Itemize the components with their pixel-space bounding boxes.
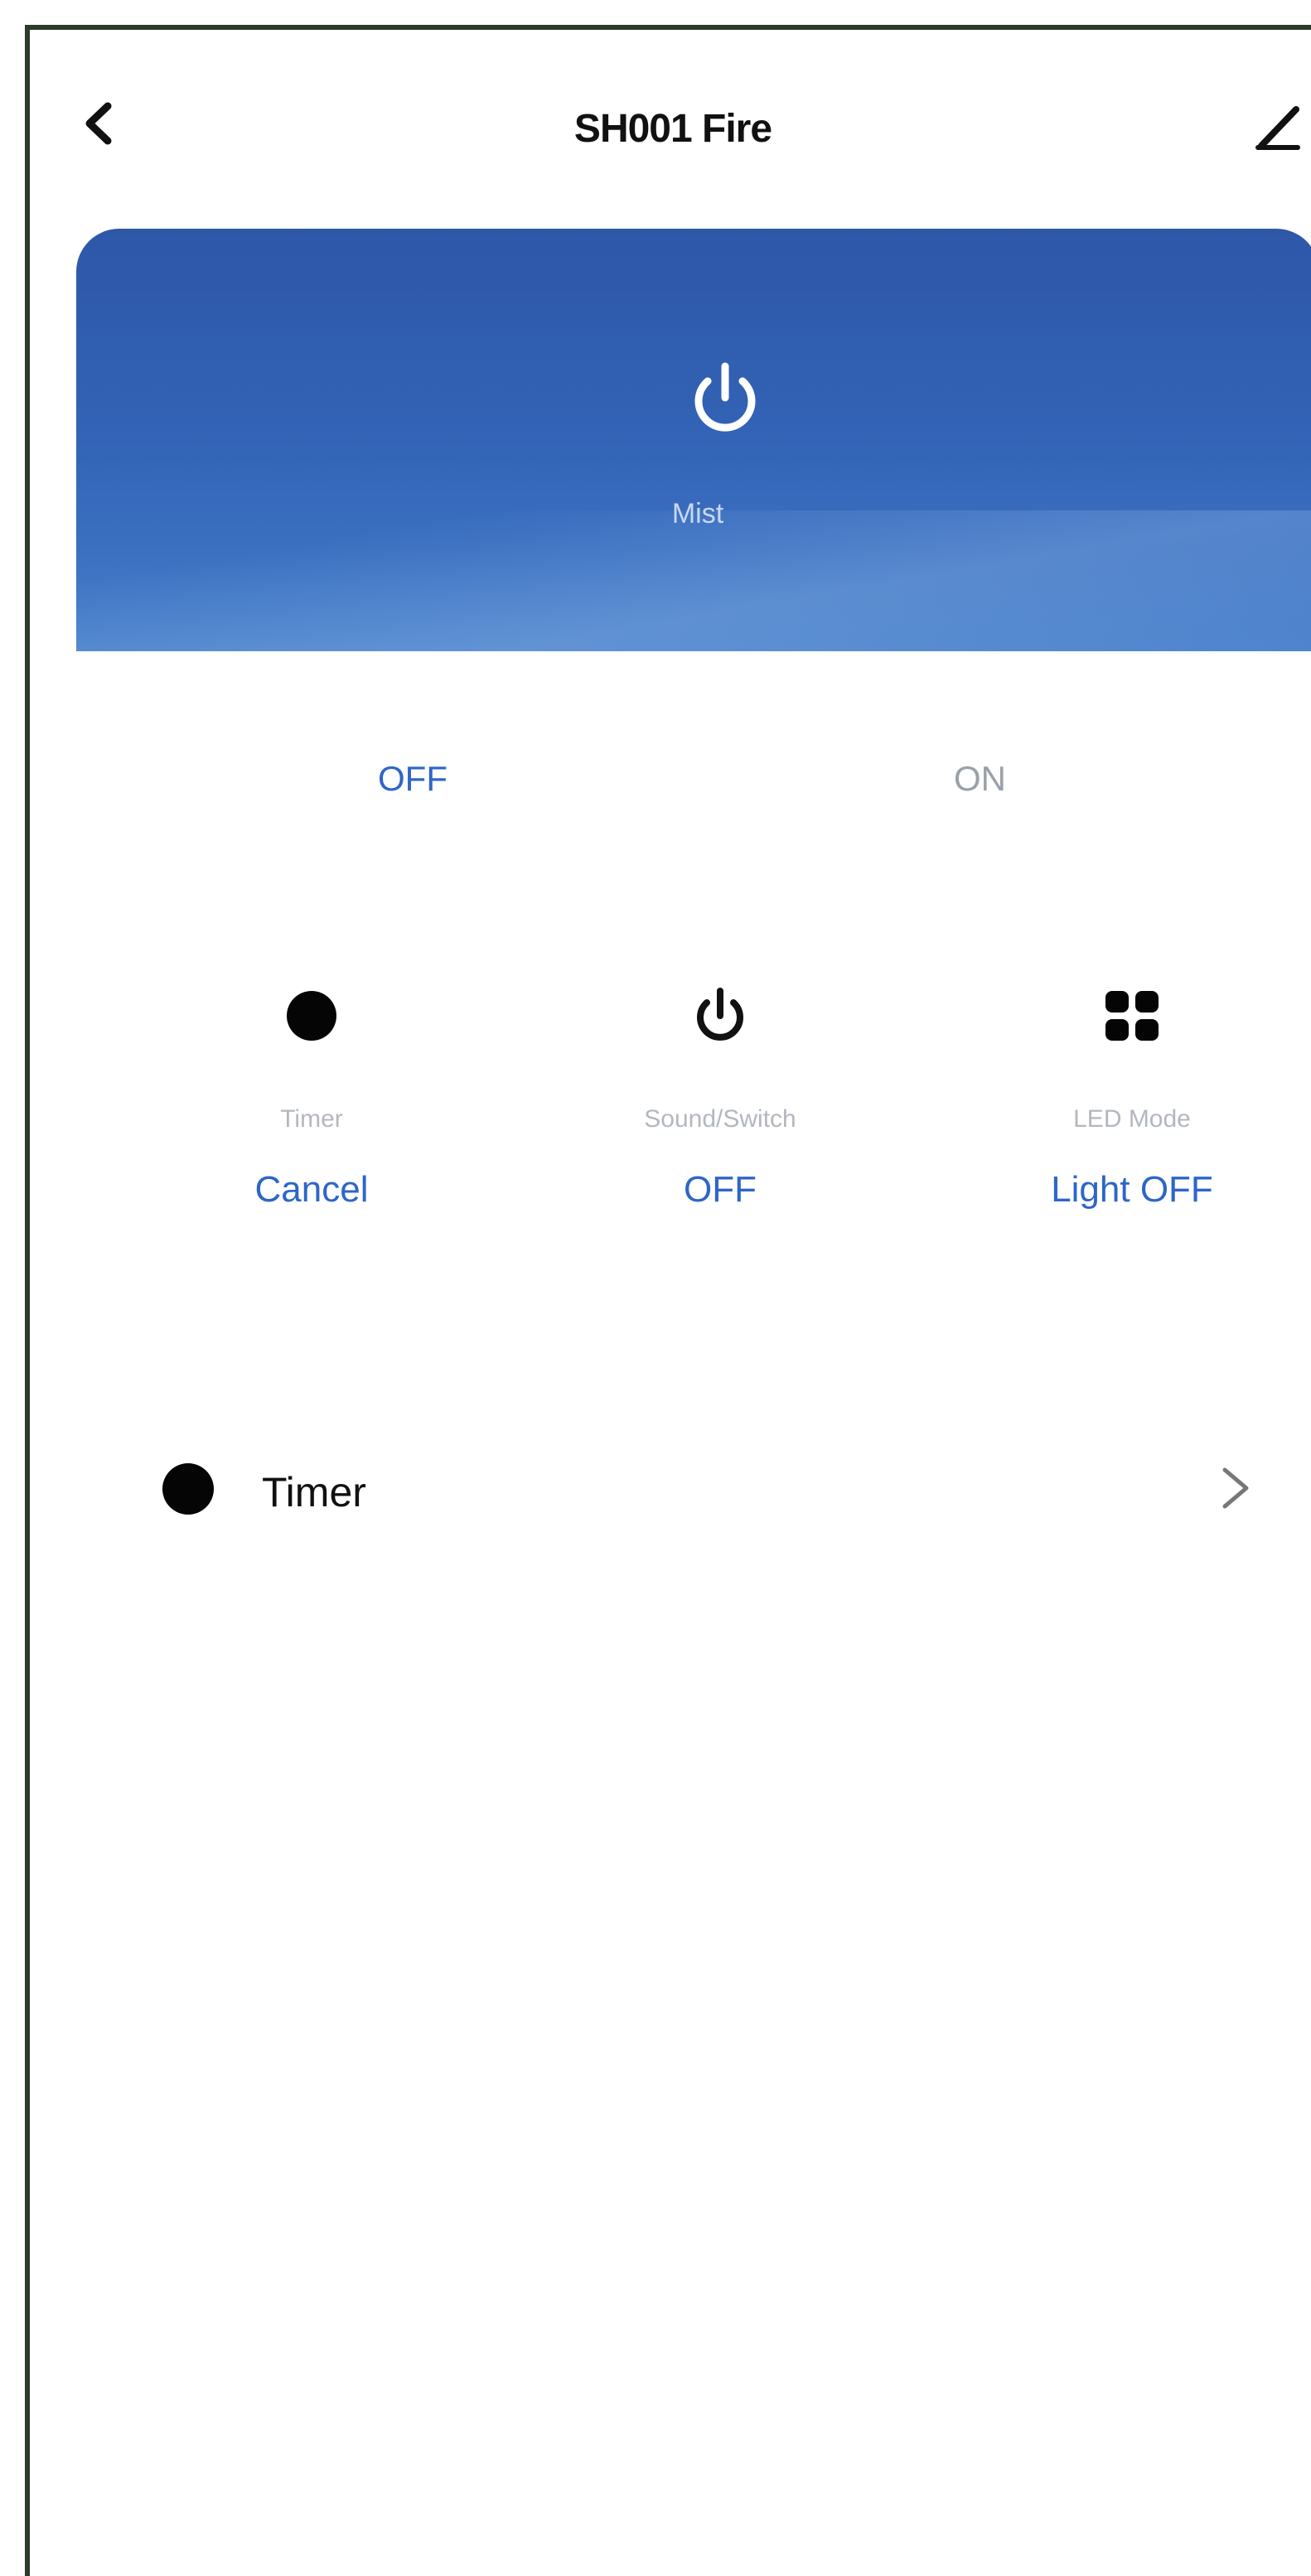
device-hero-panel: Mist <box>76 229 1311 651</box>
chevron-right-icon <box>1222 1467 1249 1509</box>
power-icon <box>694 362 756 432</box>
main-power-button[interactable] <box>680 353 771 444</box>
timer-tile-value: Cancel <box>254 1169 369 1210</box>
timer-function-tile[interactable]: Timer Cancel <box>162 983 461 1248</box>
dot-icon <box>162 1463 214 1515</box>
top-bar: SH001 Fire <box>30 30 1311 196</box>
switch-function-tile[interactable]: Sound/Switch OFF <box>571 983 869 1248</box>
app-screen: SH001 Fire Mist OFF ON Timer Cancel Soun… <box>25 25 1311 2576</box>
led-tile-label: LED Mode <box>1073 1105 1191 1133</box>
switch-tile-value: OFF <box>684 1169 757 1210</box>
edit-button[interactable] <box>1250 96 1308 154</box>
led-mode-function-tile[interactable]: LED Mode Light OFF <box>983 983 1281 1248</box>
grid-icon <box>1105 991 1159 1041</box>
hero-status-label: Mist <box>671 498 724 529</box>
timer-tile-label: Timer <box>280 1105 343 1133</box>
hero-background-wave <box>76 510 1311 651</box>
dot-icon <box>287 991 336 1041</box>
timer-list-item[interactable]: Timer <box>129 1438 1273 1538</box>
pencil-icon <box>1255 106 1300 150</box>
timer-list-label: Timer <box>262 1469 366 1515</box>
switch-tile-label: Sound/Switch <box>644 1105 796 1133</box>
led-tile-value: Light OFF <box>1051 1169 1213 1210</box>
page-title: SH001 Fire <box>573 107 772 151</box>
mode-option-off[interactable]: OFF <box>378 759 447 799</box>
mode-option-on[interactable]: ON <box>954 759 1006 799</box>
power-icon <box>697 988 743 1041</box>
